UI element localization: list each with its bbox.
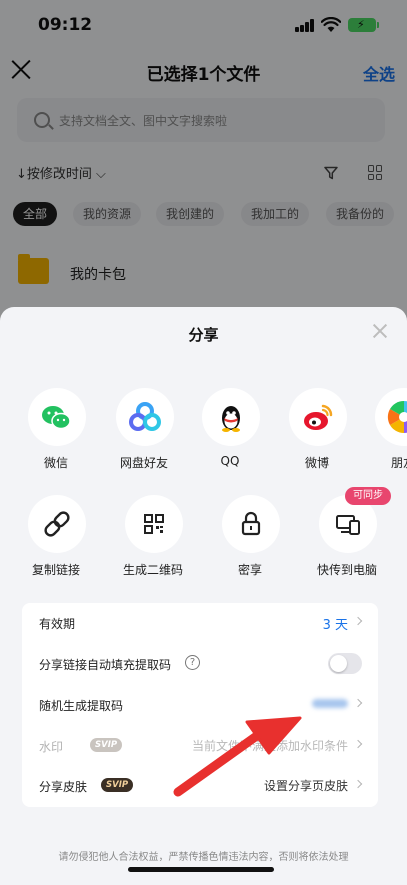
random-code-row[interactable]: 随机生成提取码 — [22, 685, 378, 726]
random-code-label: 随机生成提取码 — [39, 699, 124, 713]
sync-badge: 可同步 — [345, 487, 391, 505]
share-skin-value: 设置分享页皮肤 — [263, 779, 348, 793]
extraction-code-value — [312, 699, 348, 708]
watermark-label: 水印 — [39, 740, 64, 754]
close-icon[interactable] — [373, 324, 387, 338]
app-label: QQ — [220, 454, 240, 468]
action-label: 生成二维码 — [122, 563, 183, 577]
weibo-icon — [289, 388, 347, 446]
home-indicator — [128, 867, 274, 872]
footer-notice: 请勿侵犯他人合法权益，严禁传播色情违法内容，否则将依法处理 — [58, 852, 349, 863]
chevron-right-icon — [353, 698, 363, 708]
app-label: 朋友 — [390, 456, 407, 470]
action-label: 复制链接 — [31, 563, 80, 577]
autofill-row: 分享链接自动填充提取码 ? — [22, 644, 378, 685]
validity-value: 3 天 — [322, 618, 348, 633]
share-settings: 有效期 3 天 分享链接自动填充提取码 ? 随机生成提取码 水印 SVIP 当前… — [22, 603, 378, 807]
help-icon[interactable]: ? — [185, 655, 200, 670]
share-sheet: 分享 微信 网盘好友 QQ 微博 朋 复制链接 生成二维码 密享 快传到电脑 可… — [0, 307, 407, 885]
svip-badge: SVIP — [90, 738, 123, 752]
link-icon — [28, 495, 86, 553]
validity-row[interactable]: 有效期 3 天 — [22, 603, 378, 644]
autofill-toggle[interactable] — [328, 653, 362, 674]
app-label: 网盘好友 — [119, 456, 168, 470]
moments-icon — [375, 388, 407, 446]
qrcode-icon — [125, 495, 183, 553]
share-skin-label: 分享皮肤 — [39, 780, 88, 794]
app-label: 微信 — [43, 456, 68, 470]
watermark-value: 当前文件不满足添加水印条件 — [191, 739, 348, 753]
autofill-label: 分享链接自动填充提取码 — [39, 658, 172, 672]
sheet-title: 分享 — [188, 326, 219, 344]
svip-badge: SVIP — [101, 778, 134, 792]
lock-icon — [222, 495, 280, 553]
watermark-row: 水印 SVIP 当前文件不满足添加水印条件 — [22, 726, 378, 767]
action-label: 密享 — [237, 563, 262, 577]
action-label: 快传到电脑 — [316, 563, 377, 577]
chevron-right-icon — [353, 616, 363, 626]
qq-icon — [202, 388, 260, 446]
chevron-right-icon — [353, 779, 363, 789]
validity-label: 有效期 — [39, 617, 76, 631]
netdisk-friend-icon — [116, 388, 174, 446]
chevron-right-icon — [353, 739, 363, 749]
share-skin-row[interactable]: 分享皮肤 SVIP 设置分享页皮肤 — [22, 766, 378, 807]
app-label: 微博 — [304, 456, 329, 470]
wechat-icon — [28, 388, 86, 446]
